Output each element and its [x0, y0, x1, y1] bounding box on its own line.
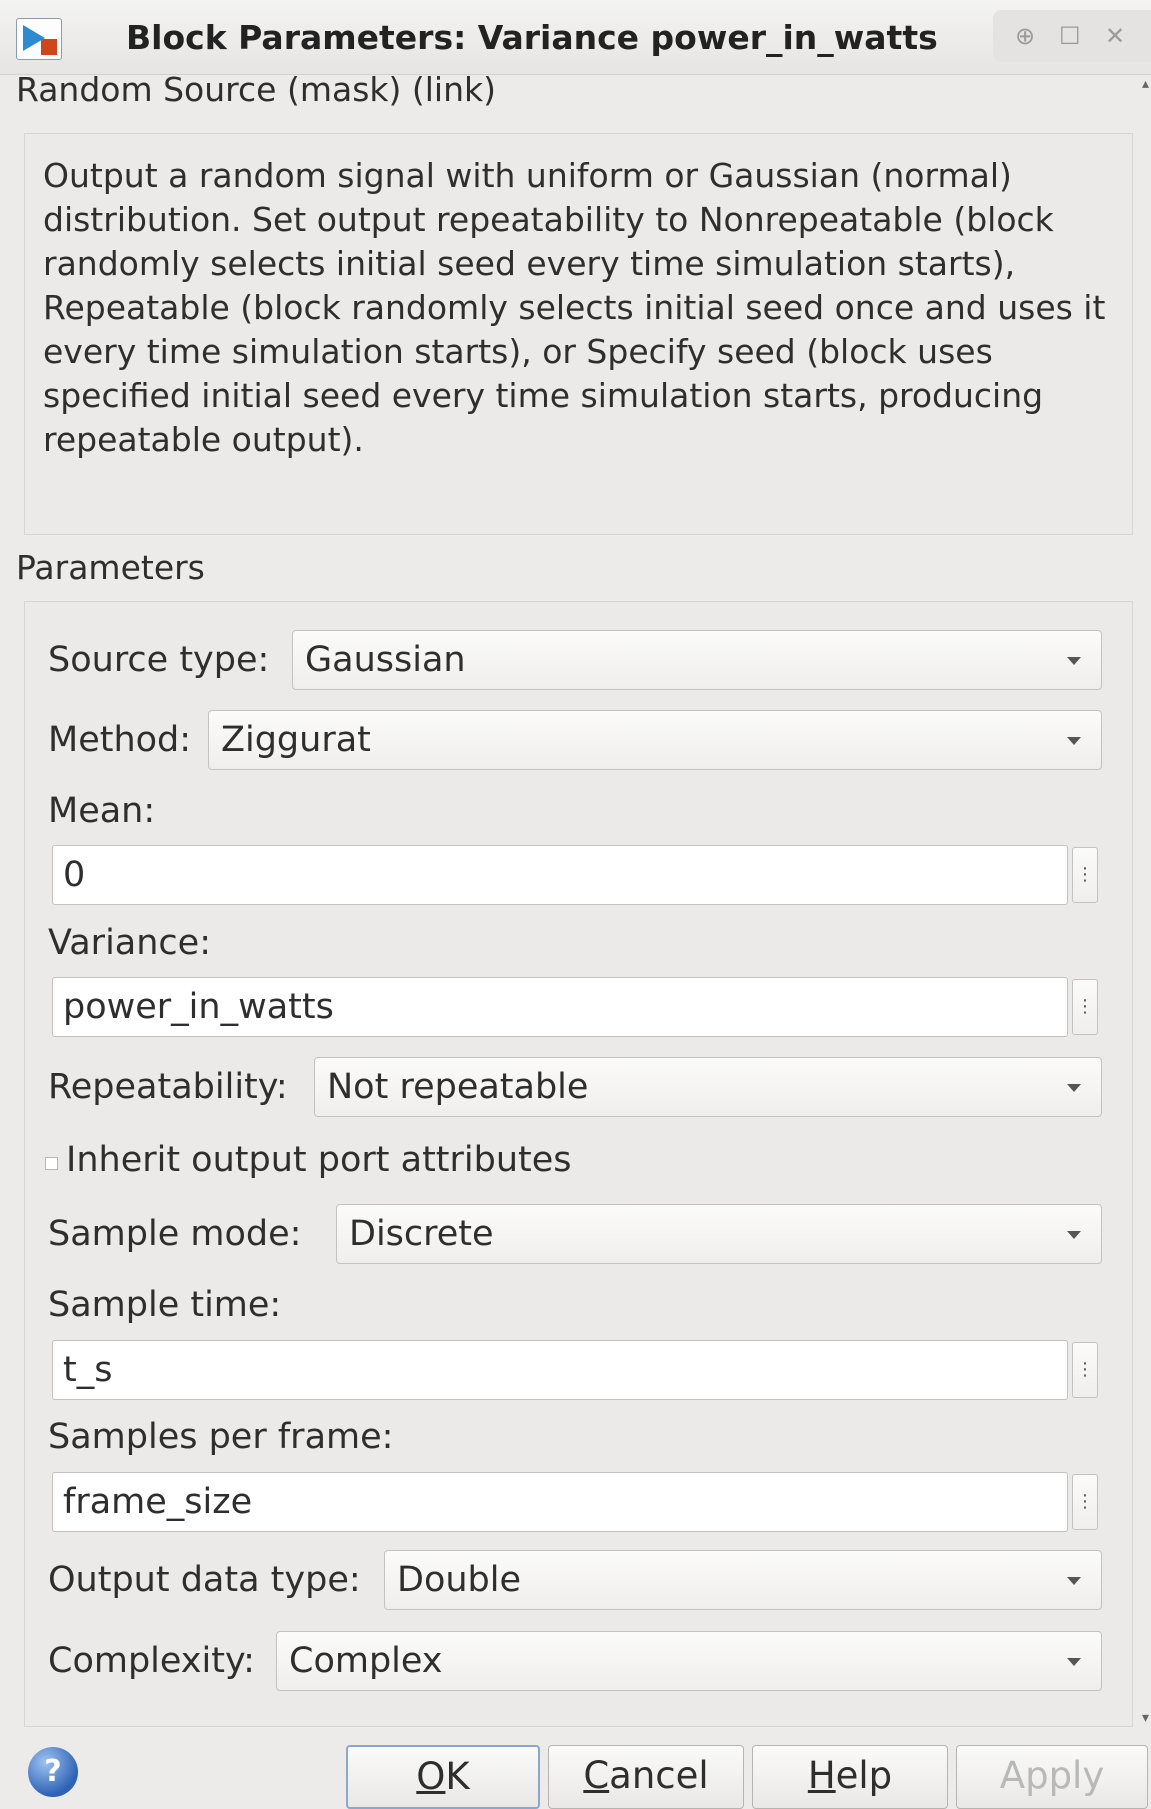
maximize-window-icon[interactable]: ☐: [1059, 22, 1081, 50]
variance-field[interactable]: power_in_watts: [52, 977, 1068, 1037]
source-type-label: Source type:: [48, 640, 270, 680]
sample-time-value: t_s: [63, 1350, 113, 1390]
ok-button[interactable]: OK: [346, 1745, 540, 1809]
output-data-type-dropdown[interactable]: Double: [384, 1550, 1102, 1610]
help-button[interactable]: Help: [752, 1745, 948, 1809]
mean-edit-button[interactable]: ⋮: [1072, 847, 1098, 903]
apply-button[interactable]: Apply: [956, 1745, 1148, 1809]
source-type-dropdown[interactable]: Gaussian: [292, 630, 1102, 690]
inherit-checkbox[interactable]: [45, 1157, 58, 1170]
repeatability-dropdown[interactable]: Not repeatable: [314, 1057, 1102, 1117]
window-controls: ⊕ ☐ ✕: [993, 10, 1151, 62]
scroll-down-arrow-icon[interactable]: ▾: [1142, 1710, 1149, 1726]
chevron-down-icon: [1067, 1231, 1081, 1239]
mean-label: Mean:: [48, 791, 156, 831]
method-dropdown[interactable]: Ziggurat: [208, 710, 1102, 770]
samples-per-frame-label: Samples per frame:: [48, 1417, 394, 1457]
description-panel: Output a random signal with uniform or G…: [24, 133, 1133, 535]
variance-edit-button[interactable]: ⋮: [1072, 979, 1098, 1035]
parameters-heading: Parameters: [16, 548, 205, 587]
complexity-dropdown[interactable]: Complex: [276, 1631, 1102, 1691]
variance-value: power_in_watts: [63, 987, 334, 1027]
description-text: Output a random signal with uniform or G…: [43, 156, 1106, 459]
samples-per-frame-edit-button[interactable]: ⋮: [1072, 1474, 1098, 1530]
sample-time-edit-button[interactable]: ⋮: [1072, 1342, 1098, 1398]
method-value: Ziggurat: [221, 720, 371, 760]
simulink-app-icon: [16, 18, 62, 60]
help-icon[interactable]: ?: [28, 1747, 78, 1797]
sample-time-label: Sample time:: [48, 1285, 282, 1325]
shade-window-icon[interactable]: ⊕: [1015, 22, 1035, 50]
close-window-icon[interactable]: ✕: [1105, 22, 1125, 50]
mean-value: 0: [63, 855, 86, 895]
sample-mode-label: Sample mode:: [48, 1214, 302, 1254]
chevron-down-icon: [1067, 1658, 1081, 1666]
chevron-down-icon: [1067, 737, 1081, 745]
output-data-type-label: Output data type:: [48, 1560, 361, 1600]
variance-label: Variance:: [48, 923, 211, 963]
complexity-value: Complex: [289, 1641, 443, 1681]
repeatability-label: Repeatability:: [48, 1067, 288, 1107]
cancel-button[interactable]: Cancel: [548, 1745, 744, 1809]
chevron-down-icon: [1067, 1084, 1081, 1092]
chevron-down-icon: [1067, 657, 1081, 665]
sample-time-field[interactable]: t_s: [52, 1340, 1068, 1400]
samples-per-frame-value: frame_size: [63, 1482, 253, 1522]
repeatability-value: Not repeatable: [327, 1067, 589, 1107]
window-title: Block Parameters: Variance power_in_watt…: [126, 18, 938, 57]
chevron-down-icon: [1067, 1577, 1081, 1585]
complexity-label: Complexity:: [48, 1641, 255, 1681]
title-bar[interactable]: Block Parameters: Variance power_in_watt…: [0, 0, 1151, 75]
method-label: Method:: [48, 720, 192, 760]
sample-mode-dropdown[interactable]: Discrete: [336, 1204, 1102, 1264]
samples-per-frame-field[interactable]: frame_size: [52, 1472, 1068, 1532]
inherit-label[interactable]: Inherit output port attributes: [66, 1140, 572, 1180]
sample-mode-value: Discrete: [349, 1214, 494, 1254]
mean-field[interactable]: 0: [52, 845, 1068, 905]
block-type-label: Random Source (mask) (link): [16, 70, 496, 109]
scroll-up-arrow-icon[interactable]: ▴: [1142, 76, 1149, 92]
output-data-type-value: Double: [397, 1560, 522, 1600]
source-type-value: Gaussian: [305, 640, 466, 680]
